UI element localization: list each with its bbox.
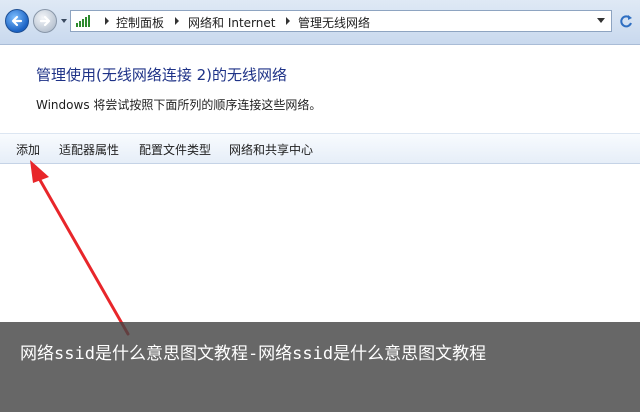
caption-text: 网络ssid是什么意思图文教程-网络ssid是什么意思图文教程	[20, 344, 487, 364]
caption-overlay: 网络ssid是什么意思图文教程-网络ssid是什么意思图文教程	[0, 322, 640, 412]
